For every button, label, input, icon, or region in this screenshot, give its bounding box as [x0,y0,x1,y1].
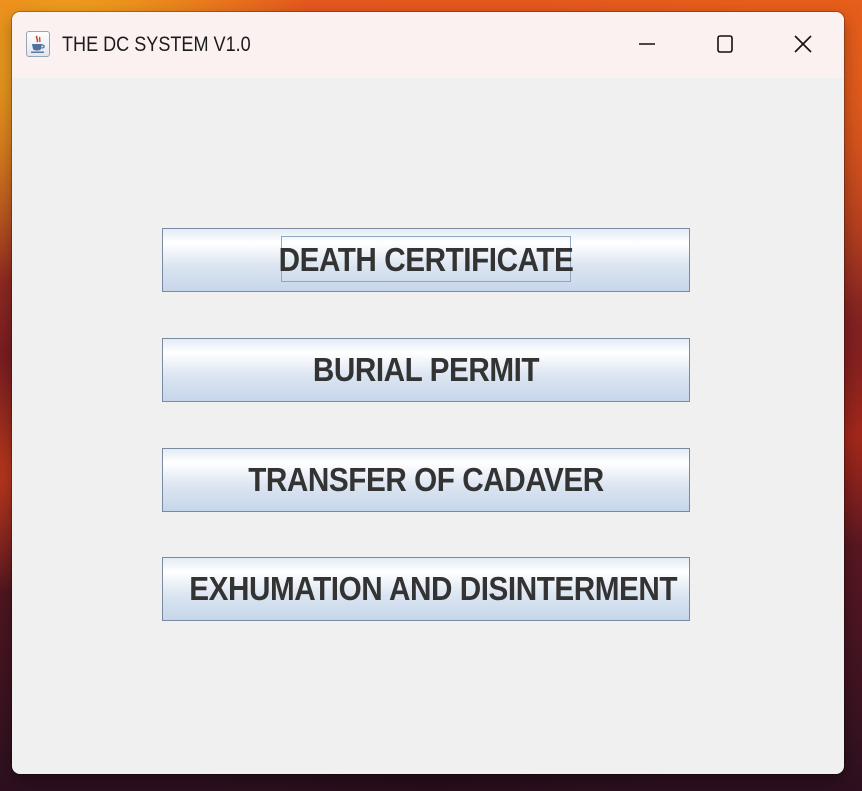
button-label: EXHUMATION AND DISINTERMENT [189,570,678,607]
transfer-of-cadaver-button[interactable]: TRANSFER OF CADAVER [162,448,690,512]
button-label: BURIAL PERMIT [312,351,540,388]
button-label: TRANSFER OF CADAVER [248,461,604,498]
minimize-button[interactable] [624,22,670,66]
exhumation-and-disinterment-button[interactable]: EXHUMATION AND DISINTERMENT [162,557,690,621]
minimize-icon [639,43,655,45]
maximize-icon [717,35,733,53]
java-cup-icon [26,31,50,57]
title-bar[interactable]: THE DC SYSTEM V1.0 [12,12,844,78]
button-label: DEATH CERTIFICATE [278,241,574,278]
death-certificate-button[interactable]: DEATH CERTIFICATE [162,228,690,292]
close-button[interactable] [780,22,826,66]
close-icon [794,35,812,53]
window-title: THE DC SYSTEM V1.0 [62,33,251,56]
maximize-button[interactable] [702,22,748,66]
app-window: THE DC SYSTEM V1.0 DEATH CERTIFICATE BUR… [12,12,844,774]
main-panel: DEATH CERTIFICATE BURIAL PERMIT TRANSFER… [12,78,844,774]
burial-permit-button[interactable]: BURIAL PERMIT [162,338,690,402]
